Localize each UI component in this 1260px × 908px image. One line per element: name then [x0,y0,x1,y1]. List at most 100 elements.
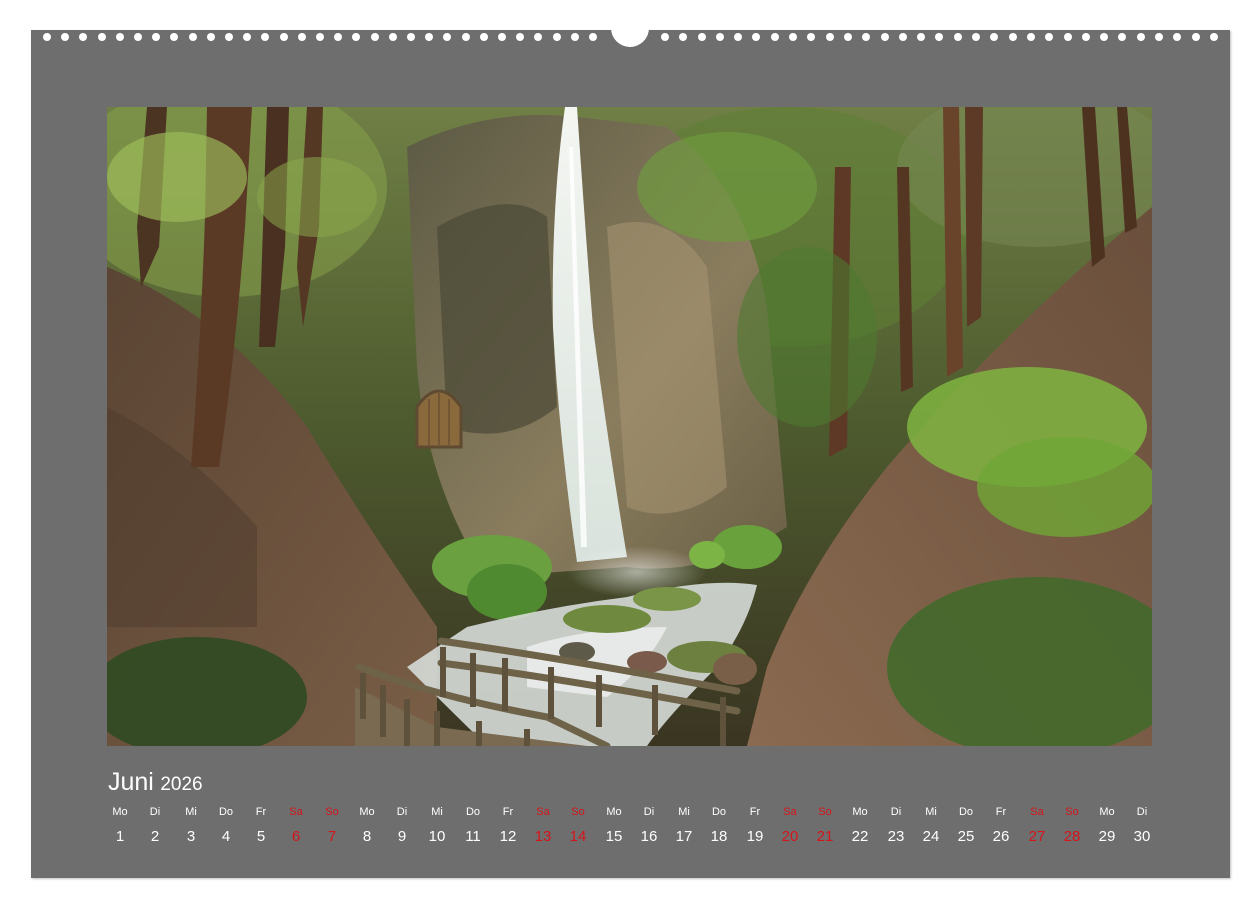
day-cell: Mi 3 [171,804,211,850]
binding-hole [752,33,760,41]
binding-hole [679,33,687,41]
weekday-label: Mo [112,806,128,818]
day-number: 1 [115,828,125,845]
day-number: 7 [327,828,337,845]
day-cell: Fr 19 [735,804,775,850]
weekday-label: Mo [359,806,375,818]
weekday-label: Fr [255,806,267,818]
binding-hole [43,33,51,41]
weekday-label: Sa [289,806,303,818]
weekday-label: Mi [185,806,197,818]
weekday-label: So [325,806,339,818]
day-cell: So 28 [1052,804,1092,850]
month-name: Juni [108,768,154,796]
binding-hole [826,33,834,41]
binding-hole [207,33,215,41]
binding-hole [1210,33,1218,41]
day-number: 10 [428,828,446,845]
binding-hole [1173,33,1181,41]
day-cell: So 21 [805,804,845,850]
day-cell: Fr 26 [981,804,1021,850]
day-number: 17 [675,828,693,845]
binding-hole [298,33,306,41]
weekday-label: Sa [1030,806,1044,818]
weekday-label: Mi [678,806,690,818]
binding-hole [425,33,433,41]
binding-hole [534,33,542,41]
weekday-label: Do [958,806,974,818]
weekday-label: Fr [502,806,514,818]
day-cell: Mo 15 [594,804,634,850]
weekday-label: Di [396,806,408,818]
binding-hole [189,33,197,41]
binding-hole [716,33,724,41]
binding-hole [152,33,160,41]
binding-hole [771,33,779,41]
day-number: 4 [221,828,231,845]
binding-hole [990,33,998,41]
binding-hole [316,33,324,41]
day-cell: Di 23 [876,804,916,850]
binding-hole [1100,33,1108,41]
binding-hole [407,33,415,41]
binding-hole [1118,33,1126,41]
binding-hole [134,33,142,41]
day-number: 21 [816,828,834,845]
binding-hole [1192,33,1200,41]
weekday-label: Sa [783,806,797,818]
binding-hole [881,33,889,41]
day-number: 22 [851,828,869,845]
day-cell: Mo 1 [100,804,140,850]
day-number: 27 [1028,828,1046,845]
binding-hole [98,33,106,41]
day-number: 3 [186,828,196,845]
binding-hole [352,33,360,41]
weekday-label: Fr [749,806,761,818]
binding-hole [734,33,742,41]
day-cell: Sa 6 [276,804,316,850]
binding-hole [553,33,561,41]
day-cell: Mi 24 [911,804,951,850]
day-cell: Do 25 [946,804,986,850]
day-number: 6 [291,828,301,845]
binding-hole [789,33,797,41]
binding-hole [935,33,943,41]
binding-hole [61,33,69,41]
weekday-label: Fr [995,806,1007,818]
day-number: 25 [957,828,975,845]
day-number: 23 [887,828,905,845]
weekday-label: Di [1136,806,1148,818]
hanger-notch [611,24,649,47]
weekday-label: Sa [536,806,550,818]
day-cell: Do 11 [453,804,493,850]
binding-hole [225,33,233,41]
day-number: 28 [1063,828,1081,845]
binding-hole [1064,33,1072,41]
day-number: 9 [397,828,407,845]
weekday-label: Mo [1099,806,1115,818]
binding-hole [462,33,470,41]
binding-hole [1009,33,1017,41]
day-cell: Do 18 [699,804,739,850]
binding-hole [498,33,506,41]
binding-hole [1155,33,1163,41]
day-number: 19 [746,828,764,845]
day-cell: Mo 8 [347,804,387,850]
weekday-label: Do [465,806,481,818]
day-number: 20 [781,828,799,845]
binding-hole [170,33,178,41]
day-cell: So 7 [312,804,352,850]
binding-hole [516,33,524,41]
binding-hole [807,33,815,41]
binding-hole [844,33,852,41]
binding-hole [280,33,288,41]
binding-hole [917,33,925,41]
day-cell: Di 30 [1122,804,1162,850]
weekday-label: Mo [606,806,622,818]
day-number: 12 [499,828,517,845]
day-number: 11 [465,828,481,845]
weekday-label: Di [643,806,655,818]
waterfall-photo [107,107,1152,746]
binding-hole [261,33,269,41]
month-title: Juni 2026 [108,768,203,797]
